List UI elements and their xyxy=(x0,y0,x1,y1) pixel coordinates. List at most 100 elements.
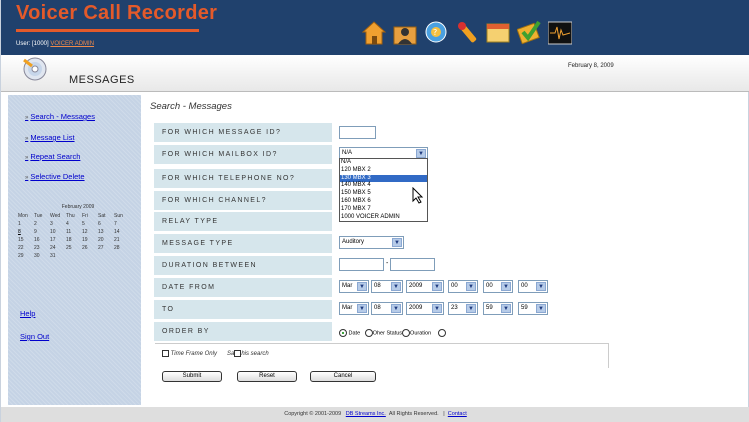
date-to-hour-select[interactable]: 23 ▼ xyxy=(448,302,478,315)
calendar-day[interactable]: 7 xyxy=(114,221,130,227)
calendar-day[interactable]: 5 xyxy=(82,221,98,227)
submit-button[interactable]: Submit xyxy=(162,371,222,382)
title-underline xyxy=(16,29,199,32)
date-from-sec-select[interactable]: 00 ▼ xyxy=(518,280,548,293)
calendar-day[interactable]: 29 xyxy=(18,253,34,259)
date-from-day-select[interactable]: 08 ▼ xyxy=(371,280,403,293)
mailbox-option[interactable]: 1000 VOICER ADMIN xyxy=(340,214,427,222)
cancel-button[interactable]: Cancel xyxy=(310,371,376,382)
calendar-day[interactable]: 19 xyxy=(82,237,98,243)
user-link[interactable]: VOICER ADMIN xyxy=(50,41,94,47)
chevron-down-icon: ▼ xyxy=(466,282,476,291)
date-to-min-select[interactable]: 59 ▼ xyxy=(483,302,513,315)
order-duration-radio[interactable] xyxy=(402,329,411,337)
calendar-day[interactable]: 17 xyxy=(50,237,66,243)
chevron-down-icon: ▼ xyxy=(432,304,442,313)
duration-to-input[interactable] xyxy=(390,258,435,271)
calendar-day[interactable]: 27 xyxy=(98,245,114,251)
label-duration: DURATION BETWEEN xyxy=(154,256,332,275)
mailbox-option[interactable]: N/A xyxy=(340,159,427,167)
sidebar-item-selective-delete[interactable]: » Selective Delete xyxy=(25,172,85,181)
calendar-day[interactable]: 23 xyxy=(34,245,50,251)
date-from-year-select[interactable]: 2009 ▼ xyxy=(406,280,444,293)
duration-separator: - xyxy=(386,260,389,267)
year-value: 2009 xyxy=(409,305,423,311)
calendar-day[interactable]: 13 xyxy=(98,229,114,235)
hour-value: 00 xyxy=(451,283,458,289)
calendar-day[interactable]: 25 xyxy=(66,245,82,251)
calendar-day[interactable]: 26 xyxy=(82,245,98,251)
date-to-year-select[interactable]: 2009 ▼ xyxy=(406,302,444,315)
mailbox-option[interactable]: 120 MBX 2 xyxy=(340,167,427,175)
date-from-min-select[interactable]: 00 ▼ xyxy=(483,280,513,293)
user-prefix: User: [1000] xyxy=(16,41,49,47)
chevron-down-icon: ▼ xyxy=(391,304,401,313)
calendar-day[interactable]: 10 xyxy=(50,229,66,235)
calendar-day[interactable]: 22 xyxy=(18,245,34,251)
sidebar-item-message-list[interactable]: » Message List xyxy=(25,133,75,142)
date-from-month-select[interactable]: Mar ▼ xyxy=(339,280,369,293)
footer-separator: | xyxy=(443,411,445,417)
search-title: Search - Messages xyxy=(150,101,232,112)
time-frame-checkbox[interactable] xyxy=(162,350,169,357)
duration-from-input[interactable] xyxy=(339,258,384,271)
calendar-weekday: Tue xyxy=(34,213,43,219)
calendar-weekday: Thu xyxy=(66,213,75,219)
help-link[interactable]: Help xyxy=(20,309,35,318)
order-other-radio[interactable] xyxy=(364,329,373,337)
month-value: Mar xyxy=(342,305,353,311)
calendar-day[interactable]: 20 xyxy=(98,237,114,243)
home-icon[interactable] xyxy=(362,18,386,46)
divider xyxy=(155,343,609,344)
calendar-icon[interactable] xyxy=(486,18,510,46)
calendar-day[interactable]: 31 xyxy=(50,253,66,259)
sidebar-item-repeat-search[interactable]: » Repeat Search xyxy=(25,152,80,161)
calendar-day[interactable]: 21 xyxy=(114,237,130,243)
calendar-day[interactable]: 11 xyxy=(66,229,82,235)
footer: Copyright © 2001-2009 DB Streams Inc. Al… xyxy=(1,407,749,422)
save-search-suffix: his search xyxy=(241,351,269,358)
date-from-hour-select[interactable]: 00 ▼ xyxy=(448,280,478,293)
date-to-day-select[interactable]: 08 ▼ xyxy=(371,302,403,315)
label-to: TO xyxy=(154,300,332,319)
globe-help-icon[interactable]: ? xyxy=(424,18,448,46)
mailbox-option[interactable]: 170 MBX 7 xyxy=(340,206,427,214)
sidebar-item-search-messages[interactable]: » Search - Messages xyxy=(25,112,95,121)
message-type-select[interactable]: Auditory ▼ xyxy=(339,236,404,249)
calendar-day[interactable]: 2 xyxy=(34,221,50,227)
message-id-input[interactable] xyxy=(339,126,376,139)
calendar-day[interactable]: 30 xyxy=(34,253,50,259)
sidebar-item-label: Search - Messages xyxy=(30,112,95,121)
calendar-day[interactable]: 28 xyxy=(114,245,130,251)
reset-button[interactable]: Reset xyxy=(237,371,297,382)
calendar-day[interactable]: 18 xyxy=(66,237,82,243)
bullet-icon: » xyxy=(25,175,29,181)
contact-link[interactable]: Contact xyxy=(448,411,467,417)
calendar-day[interactable]: 15 xyxy=(18,237,34,243)
waveform-monitor-icon[interactable] xyxy=(548,18,572,46)
search-options: Time Frame Only Sa his search xyxy=(162,350,269,357)
user-folder-icon[interactable] xyxy=(393,18,417,46)
calendar-day[interactable]: 3 xyxy=(50,221,66,227)
calendar-weekday: Fri xyxy=(82,213,88,219)
calendar-day[interactable]: 8 xyxy=(18,229,34,235)
calendar-day[interactable]: 4 xyxy=(66,221,82,227)
tools-icon[interactable] xyxy=(455,18,479,46)
mailbox-option[interactable]: 130 MBX 3 xyxy=(340,174,427,183)
company-link[interactable]: DB Streams Inc. xyxy=(346,411,386,417)
calendar-day[interactable]: 12 xyxy=(82,229,98,235)
calendar-day[interactable]: 16 xyxy=(34,237,50,243)
label-telephone: FOR WHICH TELEPHONE NO? xyxy=(154,169,332,188)
order-status-radio[interactable] xyxy=(437,329,446,337)
calendar-day[interactable]: 24 xyxy=(50,245,66,251)
calendar-day[interactable]: 1 xyxy=(18,221,34,227)
calendar-day[interactable]: 6 xyxy=(98,221,114,227)
date-to-sec-select[interactable]: 59 ▼ xyxy=(518,302,548,315)
calendar-day[interactable]: 9 xyxy=(34,229,50,235)
calendar-day[interactable]: 14 xyxy=(114,229,130,235)
sign-out-link[interactable]: Sign Out xyxy=(20,332,49,341)
chat-check-icon[interactable] xyxy=(517,18,541,46)
date-to-month-select[interactable]: Mar ▼ xyxy=(339,302,369,315)
order-date-radio[interactable] xyxy=(339,329,347,337)
divider xyxy=(608,343,609,368)
